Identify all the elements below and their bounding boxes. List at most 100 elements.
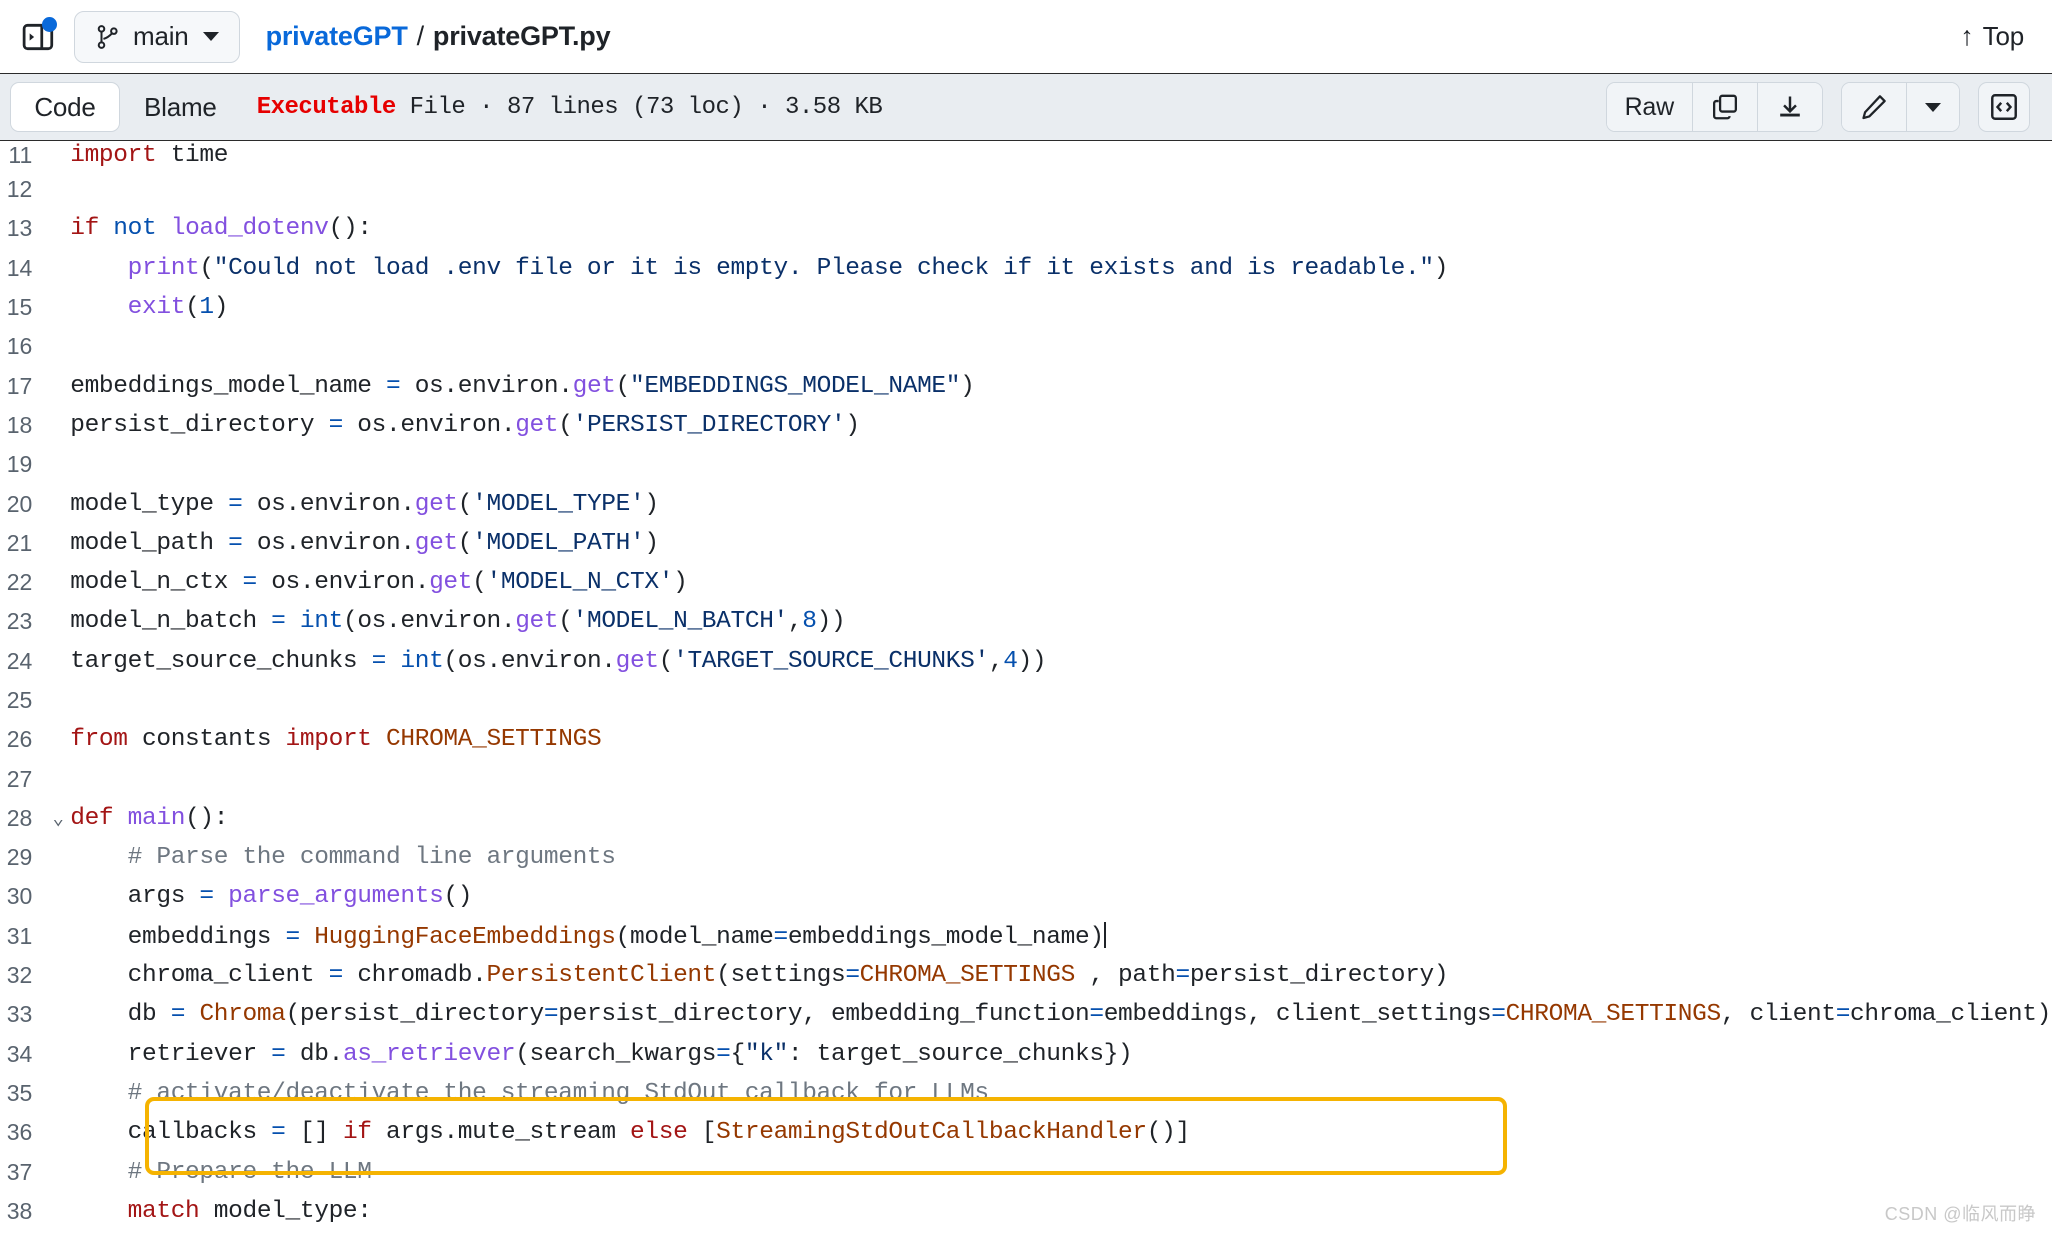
fold-toggle[interactable] <box>50 445 66 484</box>
watermark: CSDN @临风而睁 <box>1884 1204 2036 1224</box>
fold-toggle[interactable] <box>50 759 66 798</box>
code-line-15: exit(1) <box>127 294 229 322</box>
tab-code[interactable]: Code <box>10 82 120 132</box>
fold-toggle[interactable] <box>50 720 66 759</box>
code-line-row: 18 persist_directory = os.environ.get('P… <box>0 406 2052 445</box>
branch-selector[interactable]: main <box>74 10 240 63</box>
fold-toggle[interactable] <box>50 366 66 405</box>
code-line-29: # Parse the command line arguments <box>127 844 616 872</box>
fold-toggle[interactable] <box>50 327 66 366</box>
fold-toggle[interactable] <box>50 524 66 563</box>
line-number: 37 <box>6 1158 33 1185</box>
line-number: 36 <box>6 1119 33 1146</box>
download-button[interactable] <box>1758 83 1822 131</box>
breadcrumb-file-name: privateGPT.py <box>432 21 611 51</box>
code-line-row: 30 args = parse_arguments() <box>0 877 2052 916</box>
code-line-row: 29 # Parse the command line arguments <box>0 838 2052 877</box>
line-number: 19 <box>6 451 33 478</box>
code-line-row: 12 <box>0 170 2052 209</box>
code-line-34: retriever = db.as_retriever(search_kwarg… <box>127 1040 1133 1068</box>
top-button[interactable]: ↑ Top <box>1960 21 2024 52</box>
code-line-row: 28 ⌄ def main(): <box>0 799 2052 838</box>
line-number: 26 <box>6 726 33 753</box>
file-meta: Executable File · 87 lines (73 loc) · 3.… <box>257 94 883 121</box>
fold-toggle[interactable] <box>50 406 66 445</box>
code-line-row: 36 callbacks = [] if args.mute_stream el… <box>0 1113 2052 1152</box>
line-number: 21 <box>6 529 33 556</box>
fold-toggle[interactable] <box>50 209 66 248</box>
line-number: 24 <box>6 647 33 674</box>
code-line-16 <box>66 327 2052 366</box>
edit-button[interactable] <box>1842 83 1907 131</box>
fold-toggle[interactable] <box>50 838 66 877</box>
page-header: main privateGPT / privateGPT.py ↑ Top <box>0 0 2052 73</box>
edit-dropdown-button[interactable] <box>1907 83 1959 131</box>
fold-toggle[interactable] <box>50 877 66 916</box>
code-line-row: 35 # activate/deactivate the streaming S… <box>0 1074 2052 1113</box>
toolbar-actions: Raw <box>1605 82 2030 132</box>
line-number: 31 <box>6 922 33 949</box>
line-number: 17 <box>6 372 33 399</box>
raw-button[interactable]: Raw <box>1606 83 1693 131</box>
code-line-14: print("Could not load .env file or it is… <box>127 254 1449 282</box>
code-line-row: 22 model_n_ctx = os.environ.get('MODEL_N… <box>0 563 2052 602</box>
fold-toggle[interactable] <box>50 1152 66 1191</box>
line-number: 20 <box>6 490 33 517</box>
fold-toggle[interactable] <box>50 681 66 720</box>
fold-toggle[interactable] <box>50 563 66 602</box>
line-number: 29 <box>6 844 33 871</box>
text-cursor <box>1103 921 1106 948</box>
line-number: 22 <box>6 569 33 596</box>
git-branch-icon <box>97 24 118 49</box>
code-line-row: 26 from constants import CHROMA_SETTINGS <box>0 720 2052 759</box>
line-number: 12 <box>6 176 33 203</box>
branch-name-label: main <box>133 21 189 51</box>
code-line-20: model_type = os.environ.get('MODEL_TYPE'… <box>70 490 659 518</box>
code-line-25 <box>66 681 2052 720</box>
code-line-row: 38 match model_type: <box>0 1192 2052 1231</box>
fold-toggle[interactable] <box>50 1192 66 1231</box>
fold-toggle[interactable] <box>50 642 66 681</box>
symbols-button[interactable] <box>1978 82 2030 132</box>
fold-toggle[interactable] <box>50 141 66 170</box>
code-viewer[interactable]: 11 import time 12 13 if not load_dotenv(… <box>0 141 2052 1234</box>
fold-toggle[interactable] <box>50 602 66 641</box>
fold-toggle[interactable] <box>50 170 66 209</box>
line-number: 38 <box>6 1197 33 1224</box>
code-table: 11 import time 12 13 if not load_dotenv(… <box>0 141 2052 1231</box>
code-line-row: 33 db = Chroma(persist_directory=persist… <box>0 995 2052 1034</box>
line-number: 18 <box>6 411 33 438</box>
code-line-row: 24 target_source_chunks = int(os.environ… <box>0 642 2052 681</box>
line-number: 11 <box>8 142 33 168</box>
fold-toggle[interactable] <box>50 249 66 288</box>
code-line-38: match model_type: <box>127 1197 372 1225</box>
code-line-37: # Prepare the LLM <box>127 1158 372 1186</box>
fold-toggle[interactable] <box>50 1074 66 1113</box>
fold-toggle[interactable] <box>50 917 66 956</box>
line-number: 33 <box>6 1001 33 1028</box>
line-number: 15 <box>6 294 33 321</box>
fold-toggle[interactable] <box>50 1035 66 1074</box>
code-line-28: def main(): <box>70 804 229 832</box>
code-line-23: model_n_batch = int(os.environ.get('MODE… <box>70 608 846 636</box>
code-line-22: model_n_ctx = os.environ.get('MODEL_N_CT… <box>70 569 688 597</box>
fold-toggle[interactable] <box>50 956 66 995</box>
breadcrumb-separator: / <box>416 21 425 51</box>
tab-blame[interactable]: Blame <box>120 92 241 123</box>
fold-toggle[interactable] <box>50 288 66 327</box>
fold-toggle[interactable] <box>50 484 66 523</box>
code-line-32: chroma_client = chromadb.PersistentClien… <box>127 962 1449 990</box>
breadcrumb-repo-link[interactable]: privateGPT <box>266 21 408 52</box>
fold-toggle[interactable] <box>50 995 66 1034</box>
fold-toggle[interactable] <box>50 1113 66 1152</box>
code-line-30: args = parse_arguments() <box>127 883 473 911</box>
code-line-row: 17 embeddings_model_name = os.environ.ge… <box>0 366 2052 405</box>
fold-toggle[interactable]: ⌄ <box>50 799 66 838</box>
sidebar-expand-button[interactable] <box>18 16 60 58</box>
line-number: 30 <box>6 883 33 910</box>
copy-button[interactable] <box>1693 83 1758 131</box>
code-line-12 <box>66 170 2052 209</box>
line-number: 35 <box>6 1079 33 1106</box>
code-line-row: 32 chroma_client = chromadb.PersistentCl… <box>0 956 2052 995</box>
code-line-24: target_source_chunks = int(os.environ.ge… <box>70 647 1047 675</box>
